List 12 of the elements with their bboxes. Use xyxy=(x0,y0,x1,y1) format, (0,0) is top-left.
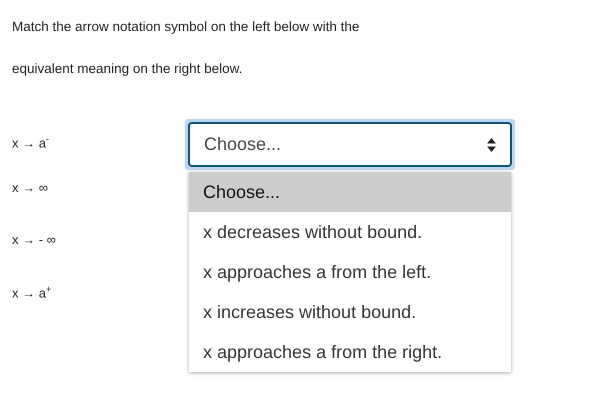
dropdown-option[interactable]: x decreases without bound. xyxy=(189,212,511,252)
arrow-notation: x → a$^{+}$ xyxy=(12,284,52,300)
dropdown-option[interactable]: x approaches a from the left. xyxy=(189,252,511,292)
instruction-text: Match the arrow notation symbol on the left below with the equivalent meaning on the right below. xyxy=(12,18,360,78)
dropdown-option[interactable]: Choose... xyxy=(189,172,511,212)
arrow-notation: x → a$^{-}$ xyxy=(12,134,49,150)
dropdown-option[interactable]: x approaches a from the right. xyxy=(189,332,511,372)
sort-arrows-icon xyxy=(487,138,496,152)
arrow-notation: x → - ∞ xyxy=(12,232,56,247)
answer-dropdown[interactable]: Choose... xyxy=(188,122,512,167)
dropdown-option[interactable]: x increases without bound. xyxy=(189,292,511,332)
arrow-notation: x → ∞ xyxy=(12,180,48,195)
